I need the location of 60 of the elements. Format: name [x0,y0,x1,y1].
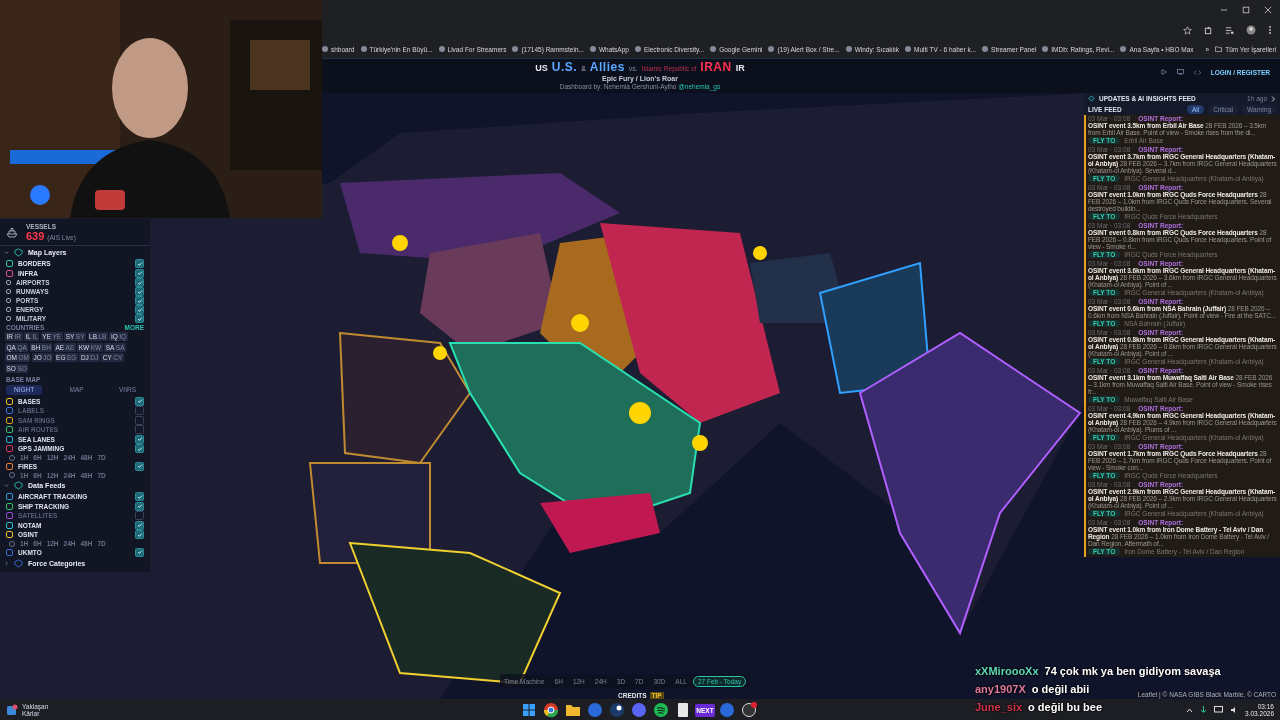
chat-username: June_six [975,700,1023,713]
minimize-icon[interactable] [1220,6,1228,14]
checkbox[interactable] [135,415,144,425]
checkbox[interactable] [135,520,144,530]
media-icon[interactable] [1225,25,1234,35]
chevron-icon[interactable] [1271,95,1276,102]
play-icon[interactable] [1160,69,1167,75]
section-icon [14,559,23,568]
checkbox[interactable] [135,461,144,471]
maximize-icon[interactable] [1242,6,1250,14]
checkbox[interactable] [135,305,144,314]
download-icon[interactable] [1200,706,1208,714]
checkbox[interactable] [135,406,144,416]
weather-icon[interactable] [6,704,18,716]
checkbox[interactable] [135,296,144,305]
app-icon[interactable] [652,701,670,719]
checkbox[interactable] [135,278,144,287]
app-icon[interactable] [608,701,626,719]
vessel-count: 639 [26,230,45,242]
checkbox[interactable] [135,547,144,557]
checkbox[interactable] [135,501,144,511]
ship-icon [6,227,18,238]
checkbox[interactable] [135,530,144,540]
menu-icon[interactable] [1268,25,1272,35]
section-icon [14,248,23,257]
checkbox[interactable] [135,425,144,435]
checkbox[interactable] [135,434,144,444]
title-text: IRAN [700,61,732,74]
checkbox[interactable] [135,444,144,454]
title-text: U.S. [551,61,578,74]
chevron-up-icon[interactable] [1186,707,1194,713]
checkbox[interactable] [135,314,144,323]
checkbox[interactable] [135,492,144,502]
chat-message: 74 çok mk ya ben gidiyom savaşa [1044,664,1221,677]
title-text: Allies [589,61,625,74]
browser-icon[interactable] [542,701,560,719]
code-icon[interactable] [1193,69,1201,75]
chat-username: xXMiroooXx [975,664,1039,677]
chat-username: any1907X [975,682,1026,695]
checkbox[interactable] [135,259,144,269]
chevron-icon[interactable] [4,561,9,566]
checkbox[interactable] [135,511,144,521]
star-icon[interactable] [1183,25,1192,35]
folder-icon [1215,46,1223,52]
chevron-icon[interactable] [4,483,9,488]
windows-icon[interactable] [520,701,538,719]
chevron-icon[interactable] [4,250,9,255]
close-icon[interactable] [1264,6,1272,14]
checkbox[interactable] [135,396,144,406]
checkbox[interactable] [135,287,144,296]
chat-message: o değil abii [1031,682,1090,695]
avatar-icon[interactable] [1246,25,1256,35]
title-text: IR [735,62,745,75]
puzzle-icon[interactable] [1204,25,1213,35]
chat-message: o değil bu bee [1028,700,1103,713]
checkbox[interactable] [135,268,144,278]
feed-icon [1088,95,1095,102]
app-icon[interactable] [740,701,758,719]
title-text: US [535,62,548,75]
section-icon [14,481,23,490]
